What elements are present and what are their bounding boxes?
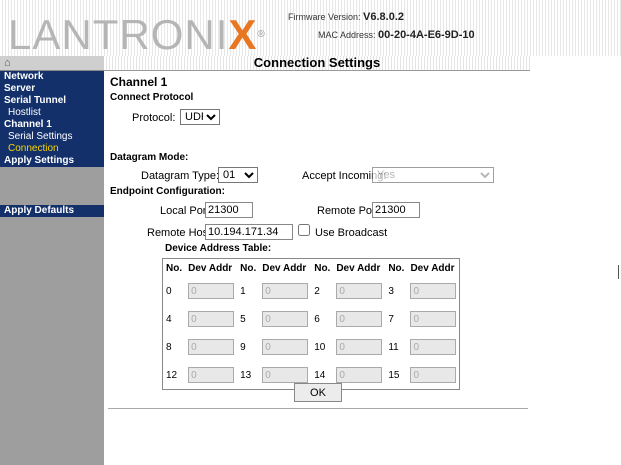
datagram-type-select[interactable]: 01 (218, 167, 258, 183)
firmware-value: V6.8.0.2 (363, 11, 405, 23)
dev-addr-input[interactable] (262, 311, 309, 327)
home-bar[interactable]: ⌂ (0, 56, 104, 71)
dev-addr-input[interactable] (336, 367, 383, 383)
dev-addr-input[interactable] (188, 367, 235, 383)
protocol-label: Protocol: (132, 112, 176, 124)
column-header: No. (388, 262, 405, 274)
dev-addr-input[interactable] (188, 311, 235, 327)
dev-addr-input[interactable] (188, 339, 235, 355)
remote-port-input[interactable] (372, 202, 420, 218)
ok-button[interactable]: OK (294, 383, 342, 402)
dev-no: 15 (388, 369, 400, 381)
dev-addr-input[interactable] (410, 339, 457, 355)
mac-label: MAC Address: (318, 30, 376, 40)
dev-no: 6 (314, 313, 320, 325)
mac-value: 00-20-4A-E6-9D-10 (378, 29, 475, 41)
sidebar-item-network[interactable]: Network (0, 71, 104, 83)
datagram-type-label: Datagram Type: (141, 170, 220, 182)
sidebar-item-server[interactable]: Server (0, 83, 104, 95)
logo-reg-mark: ® (257, 29, 266, 40)
dev-addr-input[interactable] (336, 339, 383, 355)
dev-addr-input[interactable] (410, 283, 457, 299)
divider (108, 408, 528, 409)
device-table-heading: Device Address Table: (165, 243, 272, 254)
lantronix-logo: LANTRONIX® (8, 14, 266, 56)
dev-no: 4 (166, 313, 172, 325)
page-title: Connection Settings (253, 55, 381, 70)
dev-no: 8 (166, 341, 172, 353)
dev-no: 11 (388, 341, 399, 353)
firmware-label: Firmware Version: (288, 12, 361, 22)
table-row: 4 5 6 7 (163, 305, 460, 333)
accept-incoming-select[interactable]: Yes (372, 167, 494, 183)
column-header: No. (314, 262, 331, 274)
dev-no: 7 (388, 313, 394, 325)
remote-host-input[interactable] (205, 224, 293, 240)
table-row: 8 9 10 11 (163, 333, 460, 361)
dev-addr-input[interactable] (336, 311, 383, 327)
title-bar: Connection Settings (104, 56, 530, 71)
channel-heading: Channel 1 (110, 75, 168, 89)
sidebar-item-hostlist[interactable]: Hostlist (0, 107, 104, 119)
dev-no: 3 (388, 285, 394, 297)
device-address-table: No. Dev Addr No. Dev Addr No. Dev Addr N… (162, 258, 461, 390)
sidebar-item-connection[interactable]: Connection (0, 143, 104, 155)
dev-no: 12 (166, 369, 178, 381)
dev-addr-input[interactable] (262, 339, 309, 355)
sidebar-item-serial-settings[interactable]: Serial Settings (0, 131, 104, 143)
sidebar: ⌂ Network Server Serial Tunnel Hostlist … (0, 56, 104, 465)
dev-no: 5 (240, 313, 246, 325)
text-cursor-mark (618, 265, 619, 279)
dev-no: 1 (240, 285, 246, 297)
dev-addr-input[interactable] (410, 367, 457, 383)
column-header: No. (240, 262, 257, 274)
column-header: Dev Addr (188, 262, 233, 274)
logo-x: X (228, 11, 258, 58)
dev-no: 9 (240, 341, 246, 353)
column-header: Dev Addr (262, 262, 307, 274)
table-header-row: No. Dev Addr No. Dev Addr No. Dev Addr N… (163, 259, 460, 278)
sidebar-item-serial-tunnel[interactable]: Serial Tunnel (0, 95, 104, 107)
home-icon[interactable]: ⌂ (4, 57, 11, 69)
use-broadcast-checkbox[interactable] (298, 224, 310, 236)
sidebar-item-channel-1[interactable]: Channel 1 (0, 119, 104, 131)
column-header: No. (166, 262, 183, 274)
endpoint-config-heading: Endpoint Configuration: (110, 186, 225, 197)
logo-text: LANTRONI (8, 11, 229, 58)
header: LANTRONIX® Firmware Version: V6.8.0.2 MA… (0, 0, 621, 56)
table-row: 0 1 2 3 (163, 277, 460, 305)
dev-no: 10 (314, 341, 326, 353)
dev-addr-input[interactable] (410, 311, 457, 327)
protocol-select[interactable]: UDP (180, 109, 220, 125)
sidebar-item-apply-defaults[interactable]: Apply Defaults (0, 205, 104, 217)
sidebar-item-apply-settings[interactable]: Apply Settings (0, 155, 104, 167)
dev-no: 0 (166, 285, 172, 297)
datagram-mode-heading: Datagram Mode: (110, 152, 189, 163)
dev-no: 2 (314, 285, 320, 297)
column-header: Dev Addr (336, 262, 381, 274)
dev-addr-input[interactable] (262, 367, 309, 383)
column-header: Dev Addr (410, 262, 455, 274)
dev-addr-input[interactable] (262, 283, 309, 299)
local-port-input[interactable] (205, 202, 253, 218)
use-broadcast-label: Use Broadcast (315, 227, 388, 239)
dev-no: 13 (240, 369, 252, 381)
firmware-version: Firmware Version: V6.8.0.2 (288, 11, 404, 23)
connect-protocol-heading: Connect Protocol (110, 92, 194, 103)
dev-addr-input[interactable] (336, 283, 383, 299)
mac-address: MAC Address: 00-20-4A-E6-9D-10 (318, 29, 475, 41)
dev-addr-input[interactable] (188, 283, 235, 299)
